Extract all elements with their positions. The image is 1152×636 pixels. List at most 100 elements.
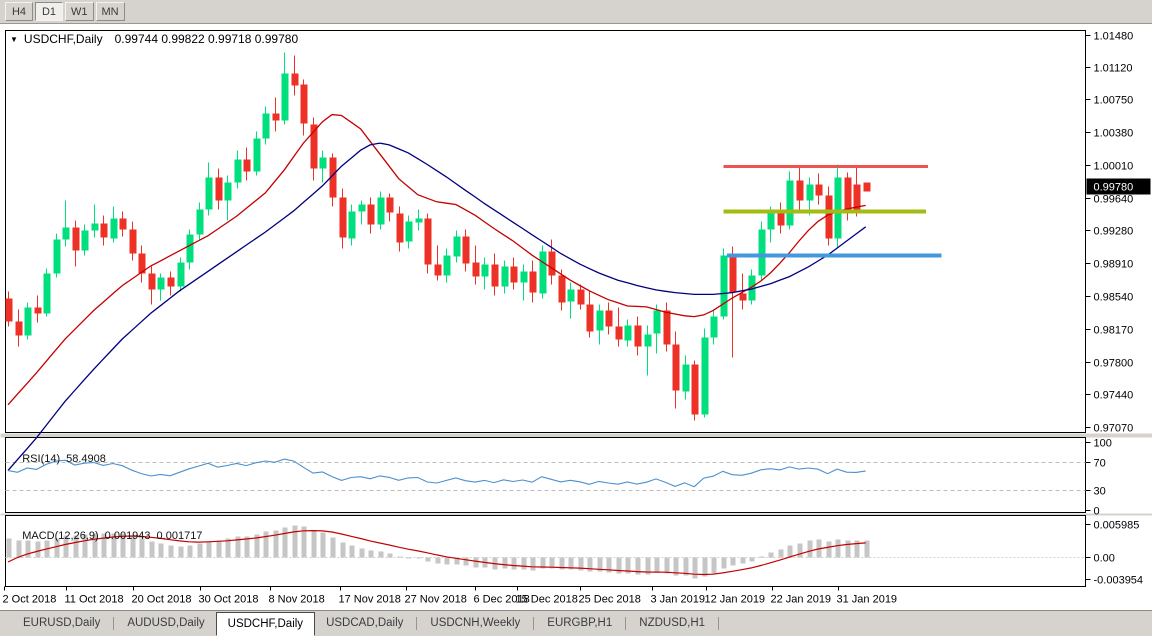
candles-group <box>6 53 871 421</box>
candle-body <box>473 263 480 277</box>
symbol-tabbar: EURUSD,Daily AUDUSD,Daily USDCHF,Daily U… <box>0 610 1152 636</box>
candle-body <box>120 219 127 230</box>
candle-body <box>25 308 32 336</box>
candle-body <box>664 311 671 345</box>
chart-ohlc-values: 0.99744 0.99822 0.99718 0.99780 <box>115 32 299 46</box>
candle-body <box>778 214 785 226</box>
rsi-line <box>8 459 866 487</box>
candle-body <box>387 198 394 213</box>
macd-bar <box>522 558 527 570</box>
macd-indicator-label: MACD(12,26,9)0.0019430.001717 <box>10 518 202 554</box>
candle-body <box>521 272 528 283</box>
rsi-axis-label: 70 <box>1094 458 1106 470</box>
date-label: 22 Jan 2019 <box>771 594 832 606</box>
macd-signal-value: 0.001717 <box>157 530 203 542</box>
price-axis-label: 0.98170 <box>1094 325 1134 337</box>
timeframe-button-mn[interactable]: MN <box>96 2 125 21</box>
candle-body <box>197 210 204 235</box>
tab-separator <box>625 617 626 630</box>
tab-usdcad-daily[interactable]: USDCAD,Daily <box>315 613 414 634</box>
macd-axis-label: -0.003954 <box>1094 575 1144 587</box>
symbol-dropdown-arrow[interactable]: ▼ <box>10 35 18 44</box>
tab-eurusd-daily[interactable]: EURUSD,Daily <box>12 613 111 634</box>
macd-bar <box>369 551 374 558</box>
tab-eurgbp-h1[interactable]: EURGBP,H1 <box>536 613 623 634</box>
candle-body <box>320 158 327 169</box>
candle-body <box>397 214 404 243</box>
rsi-axis-label: 0 <box>1094 506 1100 518</box>
chart-title: ▼ USDCHF,Daily 0.99744 0.99822 0.99718 0… <box>10 32 298 46</box>
macd-bar <box>426 558 431 562</box>
tab-nzdusd-h1[interactable]: NZDUSD,H1 <box>628 613 716 634</box>
candle-body <box>63 228 70 240</box>
candle-body <box>454 237 461 257</box>
price-axis-label: 0.98540 <box>1094 292 1134 304</box>
macd-bar <box>331 538 336 558</box>
macd-bar <box>445 558 450 565</box>
candle-body <box>702 338 709 415</box>
candle-body <box>111 219 118 239</box>
candle-body <box>645 335 652 347</box>
rsi-indicator-label: RSI(14)58.4908 <box>10 441 106 477</box>
timeframe-button-w1[interactable]: W1 <box>65 2 94 21</box>
candle-body <box>35 308 42 314</box>
candle-body <box>768 214 775 230</box>
macd-axis-label: 0.005985 <box>1094 520 1140 532</box>
candle-body <box>378 198 385 225</box>
macd-bar <box>341 543 346 558</box>
candle-body <box>73 228 80 251</box>
candle-body <box>301 85 308 124</box>
macd-bar <box>846 541 851 558</box>
macd-bar <box>750 558 755 562</box>
candle-body <box>597 311 604 331</box>
macd-bar <box>731 558 736 566</box>
fast-ma-line <box>8 115 866 405</box>
price-axis-label: 1.00010 <box>1094 161 1134 173</box>
date-label: 11 Oct 2018 <box>65 594 124 606</box>
tab-separator <box>113 617 114 630</box>
candle-body <box>368 205 375 225</box>
macd-bar <box>741 558 746 564</box>
macd-bar <box>798 544 803 558</box>
macd-bar <box>417 558 422 559</box>
candle-body <box>578 290 585 305</box>
date-label: 20 Oct 2018 <box>132 594 192 606</box>
candle-body <box>225 183 232 201</box>
price-axis-label: 1.01120 <box>1094 63 1133 75</box>
panel-splitter[interactable] <box>1 434 1152 438</box>
candle-body <box>587 305 594 332</box>
macd-bar <box>722 558 727 569</box>
candle-body <box>616 327 623 340</box>
tab-usdcnh-weekly[interactable]: USDCNH,Weekly <box>419 613 531 634</box>
macd-bar <box>293 526 298 558</box>
candle-body <box>864 183 871 192</box>
tab-usdchf-daily[interactable]: USDCHF,Daily <box>216 612 315 636</box>
macd-bar <box>788 546 793 558</box>
candle-body <box>254 139 261 172</box>
date-label: 12 Jan 2019 <box>705 594 766 606</box>
timeframe-button-d1[interactable]: D1 <box>35 2 63 21</box>
macd-bar <box>217 541 222 558</box>
candle-body <box>730 256 737 293</box>
candle-body <box>130 230 137 254</box>
candle-body <box>101 224 108 238</box>
candle-body <box>492 265 499 287</box>
candle-body <box>568 290 575 302</box>
candle-body <box>425 219 432 265</box>
candle-body <box>82 231 89 251</box>
chart-symbol-label: USDCHF,Daily <box>24 32 103 46</box>
candle-body <box>826 196 833 239</box>
price-axis-label: 0.99280 <box>1094 226 1134 238</box>
date-label: 27 Nov 2018 <box>405 594 467 606</box>
candle-body <box>340 198 347 238</box>
candle-body <box>845 178 852 210</box>
rsi-axis-label: 100 <box>1094 438 1112 450</box>
price-axis-label: 0.98910 <box>1094 259 1134 271</box>
macd-axis-label: 0.00 <box>1094 553 1115 565</box>
timeframe-button-h4[interactable]: H4 <box>5 2 33 21</box>
candle-body <box>625 326 632 341</box>
tab-audusd-daily[interactable]: AUDUSD,Daily <box>116 613 215 634</box>
price-axis-label: 1.00750 <box>1094 95 1134 107</box>
date-label: 8 Nov 2018 <box>269 594 325 606</box>
rsi-value: 58.4908 <box>66 453 106 465</box>
